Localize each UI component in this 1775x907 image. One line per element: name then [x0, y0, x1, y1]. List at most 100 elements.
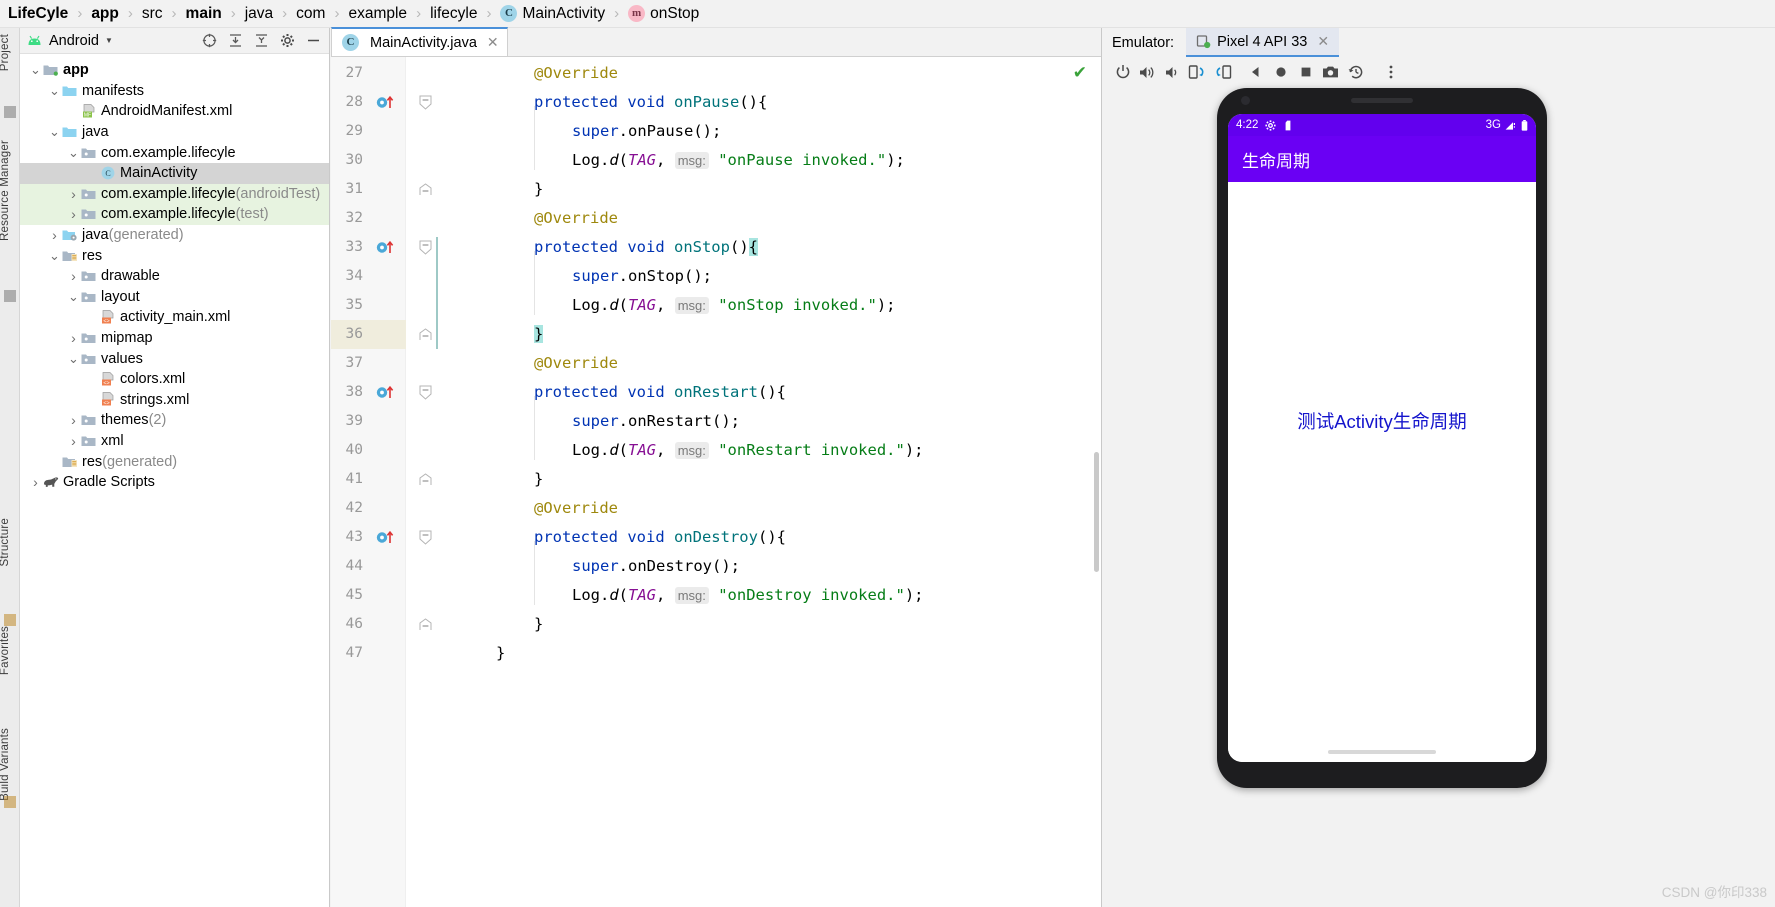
- chevron-right-icon[interactable]: ›: [66, 330, 81, 346]
- minimize-icon[interactable]: [303, 31, 323, 51]
- editor-scrollbar[interactable]: [1094, 452, 1099, 572]
- rail-resource-manager[interactable]: Resource Manager: [0, 140, 19, 241]
- back-button-icon[interactable]: [1243, 59, 1268, 85]
- home-button-icon[interactable]: [1268, 59, 1293, 85]
- chevron-right-icon[interactable]: ›: [66, 433, 81, 449]
- breadcrumb-item-src[interactable]: src: [140, 0, 165, 28]
- tree-item-manifests[interactable]: ⌄ manifests: [20, 81, 329, 102]
- breadcrumb-item-onstop[interactable]: m onStop: [626, 0, 701, 28]
- breadcrumb-item-example[interactable]: example: [346, 0, 409, 28]
- tree-item-gradle-scripts[interactable]: › Gradle Scripts: [20, 472, 329, 493]
- tree-item-mipmap[interactable]: › mipmap: [20, 328, 329, 349]
- more-options-icon[interactable]: [1378, 59, 1403, 85]
- override-method-marker-icon[interactable]: [375, 378, 401, 407]
- fold-gutter[interactable]: [406, 57, 446, 907]
- power-button-icon[interactable]: [1110, 59, 1135, 85]
- chevron-down-icon[interactable]: ⌄: [47, 249, 62, 262]
- fold-collapse-icon[interactable]: [418, 88, 432, 117]
- editor-tab-mainactivity[interactable]: C MainActivity.java ✕: [331, 27, 508, 56]
- breadcrumb-item-app[interactable]: app: [89, 0, 121, 28]
- fold-end-icon[interactable]: [418, 320, 432, 349]
- tree-item-xml[interactable]: › xml: [20, 431, 329, 452]
- tree-item-res[interactable]: ⌄ res: [20, 245, 329, 266]
- rotate-left-icon[interactable]: [1185, 59, 1210, 85]
- rail-favorites[interactable]: Favorites: [0, 626, 19, 675]
- snapshot-history-icon[interactable]: [1343, 59, 1368, 85]
- tree-item-drawable[interactable]: › drawable: [20, 266, 329, 287]
- override-method-marker-icon[interactable]: [375, 88, 401, 117]
- fold-end-icon[interactable]: [418, 465, 432, 494]
- tree-item-values[interactable]: ⌄ values: [20, 348, 329, 369]
- emulator-device-tab[interactable]: Pixel 4 API 33 ✕: [1186, 28, 1340, 57]
- tree-item-com-example-lifecyle[interactable]: › com.example.lifecyle (androidTest): [20, 183, 329, 205]
- fold-collapse-icon[interactable]: [418, 378, 432, 407]
- fold-collapse-icon[interactable]: [418, 233, 432, 262]
- fold-collapse-icon[interactable]: [418, 523, 432, 552]
- tree-item-java[interactable]: › java (generated): [20, 225, 329, 246]
- tree-item-com-example-lifecyle[interactable]: › com.example.lifecyle (test): [20, 204, 329, 225]
- collapse-all-icon[interactable]: [251, 31, 271, 51]
- package-icon: [81, 290, 97, 304]
- chevron-right-icon[interactable]: ›: [66, 412, 81, 428]
- generated-folder-icon: [62, 228, 78, 242]
- tree-item-themes[interactable]: › themes (2): [20, 410, 329, 431]
- breadcrumb-item-mainactivity[interactable]: C MainActivity: [498, 0, 607, 28]
- override-method-marker-icon[interactable]: [375, 233, 401, 262]
- chevron-down-icon[interactable]: ⌄: [66, 290, 81, 303]
- volume-up-icon[interactable]: [1135, 59, 1160, 85]
- chevron-down-icon[interactable]: ⌄: [28, 63, 43, 76]
- tree-item-colors-xml[interactable]: <> colors.xml: [20, 369, 329, 390]
- chevron-down-icon[interactable]: ▼: [105, 36, 113, 45]
- chevron-down-icon[interactable]: ⌄: [66, 146, 81, 159]
- chevron-right-icon[interactable]: ›: [66, 206, 81, 222]
- chevron-right-icon[interactable]: ›: [66, 186, 81, 202]
- tree-item-mainactivity[interactable]: C MainActivity: [20, 162, 329, 184]
- tree-item-com-example-lifecyle[interactable]: ⌄ com.example.lifecyle: [20, 142, 329, 163]
- overview-button-icon[interactable]: [1293, 59, 1318, 85]
- code-token: );: [904, 586, 924, 604]
- rotate-right-icon[interactable]: [1210, 59, 1235, 85]
- inspection-status-icon[interactable]: ✔: [1073, 63, 1087, 83]
- chevron-right-icon[interactable]: ›: [47, 227, 62, 243]
- expand-all-icon[interactable]: [225, 31, 245, 51]
- chevron-right-icon[interactable]: ›: [28, 474, 43, 490]
- code-content[interactable]: @Override protected void onPause(){super.…: [446, 57, 1101, 907]
- tree-item-strings-xml[interactable]: <> strings.xml: [20, 390, 329, 411]
- chevron-down-icon[interactable]: ⌄: [66, 352, 81, 365]
- tree-item-label: res: [82, 247, 103, 264]
- breadcrumb-item-lifecyle[interactable]: lifecyle: [428, 0, 479, 28]
- tree-item-layout[interactable]: ⌄ layout: [20, 287, 329, 308]
- line-number-gutter[interactable]: 27 28 29 30 31 32 33 34 35 36 37 38 39 40 41 42 43 44 45 46…: [331, 57, 406, 907]
- screenshot-icon[interactable]: [1318, 59, 1343, 85]
- breadcrumb-item-java[interactable]: java: [243, 0, 275, 28]
- override-method-marker-icon[interactable]: [375, 523, 401, 552]
- emulator-panel-label: Emulator:: [1112, 34, 1175, 51]
- tree-item-activity-main-xml[interactable]: <> activity_main.xml: [20, 307, 329, 328]
- tree-item-androidmanifest-xml[interactable]: MF AndroidManifest.xml: [20, 101, 329, 122]
- fold-end-icon[interactable]: [418, 175, 432, 204]
- rail-structure[interactable]: Structure: [0, 518, 19, 566]
- app-content-area[interactable]: 测试Activity生命周期: [1228, 182, 1536, 762]
- breadcrumb-item-lifecyle[interactable]: LifeCyle: [6, 0, 70, 28]
- code-token: );: [904, 441, 924, 459]
- tree-item-java[interactable]: ⌄ java: [20, 122, 329, 143]
- gear-icon[interactable]: [277, 31, 297, 51]
- tree-item-app[interactable]: ⌄ app: [20, 60, 329, 81]
- device-screen[interactable]: 4:22 3G 生命周期 测试Activity生命周期: [1228, 114, 1536, 762]
- gesture-nav-pill[interactable]: [1328, 750, 1436, 754]
- breadcrumb-item-main[interactable]: main: [184, 0, 224, 28]
- chevron-down-icon[interactable]: ⌄: [47, 84, 62, 97]
- tree-item-res[interactable]: res (generated): [20, 451, 329, 472]
- fold-end-icon[interactable]: [418, 610, 432, 639]
- close-icon[interactable]: ✕: [1313, 33, 1329, 50]
- volume-down-icon[interactable]: [1160, 59, 1185, 85]
- breadcrumb-item-com[interactable]: com: [294, 0, 327, 28]
- rail-project[interactable]: Project: [0, 34, 19, 71]
- project-view-selector-label[interactable]: Android: [49, 33, 99, 49]
- rail-build-variants[interactable]: Build Variants: [0, 728, 19, 801]
- target-icon[interactable]: [199, 31, 219, 51]
- chevron-right-icon[interactable]: ›: [66, 268, 81, 284]
- close-icon[interactable]: ✕: [483, 34, 499, 51]
- code-editor[interactable]: 27 28 29 30 31 32 33 34 35 36 37 38 39 40 41 42 43 44 45 46…: [331, 57, 1101, 907]
- chevron-down-icon[interactable]: ⌄: [47, 125, 62, 138]
